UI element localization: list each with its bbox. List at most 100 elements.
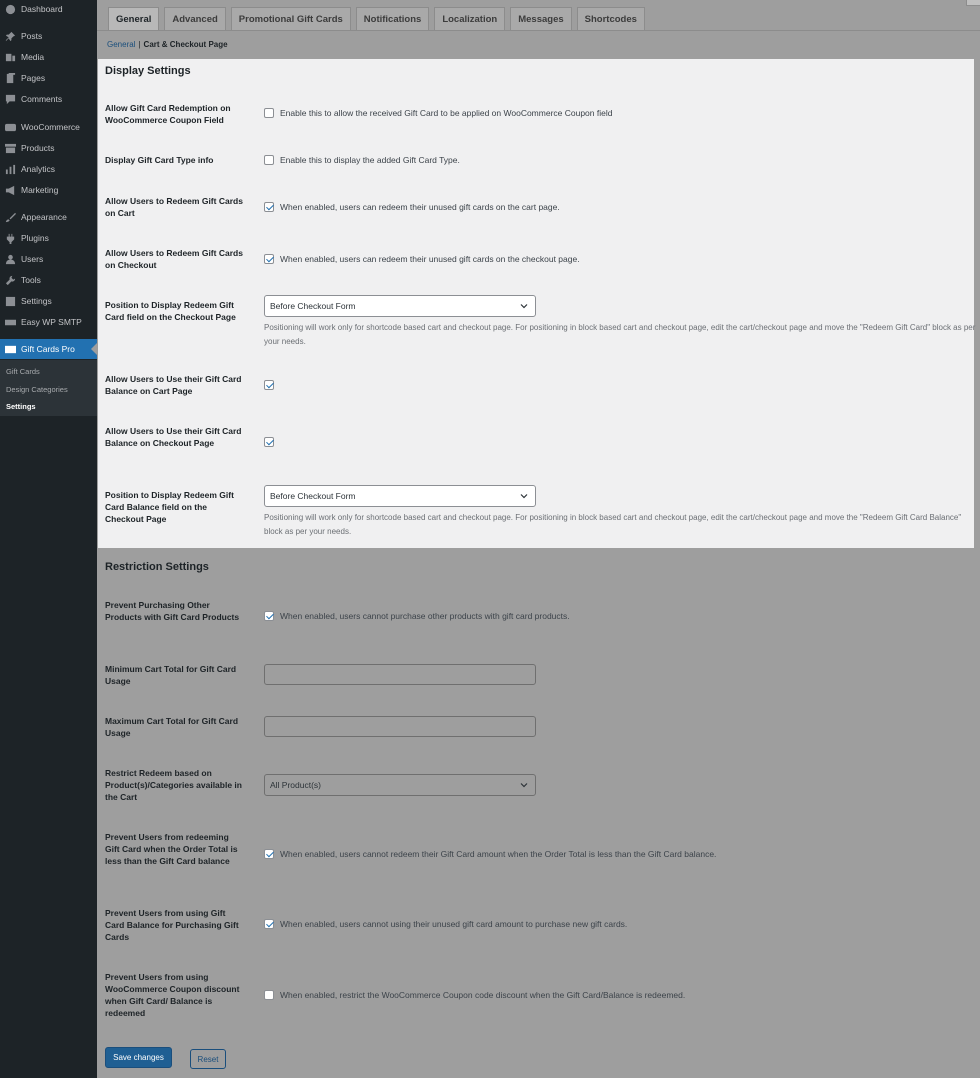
field-label: Allow Users to Redeem Gift Cards on Cart xyxy=(105,196,243,218)
field-label: Restrict Redeem based on Product(s)/Cate… xyxy=(105,768,242,802)
menu-label: Settings xyxy=(21,296,52,306)
field-label: Allow Users to Use their Gift Card Balan… xyxy=(105,374,242,396)
prevent-redeem-order-total-checkbox[interactable] xyxy=(264,849,274,859)
menu-label: Plugins xyxy=(21,233,49,243)
menu-easy-wp-smtp[interactable]: Easy WP SMTP xyxy=(0,312,97,332)
megaphone-icon xyxy=(4,184,16,196)
field-label: Minimum Cart Total for Gift Card Usage xyxy=(105,664,237,686)
field-label: Allow Users to Redeem Gift Cards on Chec… xyxy=(105,248,243,270)
tab-notifications[interactable]: Notifications xyxy=(355,7,430,30)
user-icon xyxy=(4,253,16,265)
field-label: Maximum Cart Total for Gift Card Usage xyxy=(105,716,239,738)
menu-comments[interactable]: Comments xyxy=(0,89,97,109)
field-label: Prevent Users from using Gift Card Balan… xyxy=(105,908,239,942)
mail-icon xyxy=(4,316,16,328)
menu-label: Analytics xyxy=(21,164,56,174)
menu-label: Media xyxy=(21,52,45,62)
pages-icon xyxy=(4,72,16,84)
field-description: When enabled, users cannot purchase othe… xyxy=(280,611,570,621)
menu-media[interactable]: Media xyxy=(0,47,97,67)
field-description: When enabled, users cannot redeem their … xyxy=(280,849,717,859)
menu-label: Marketing xyxy=(21,185,59,195)
field-label: Allow Users to Use their Gift Card Balan… xyxy=(105,426,242,448)
select-value: Before Checkout Form xyxy=(270,491,356,501)
field-help-text: Positioning will work only for shortcode… xyxy=(264,323,976,346)
submenu-gift-cards[interactable]: Gift Cards xyxy=(6,367,40,376)
menu-appearance[interactable]: Appearance xyxy=(0,207,97,227)
restrict-redeem-select[interactable]: All Product(s) xyxy=(264,774,536,796)
tab-promotional-gift-cards[interactable]: Promotional Gift Cards xyxy=(230,7,351,30)
menu-label: Comments xyxy=(21,94,63,104)
balance-field-position-select[interactable]: Before Checkout Form xyxy=(264,485,536,507)
balance-on-cart-checkbox[interactable] xyxy=(264,380,274,390)
menu-users[interactable]: Users xyxy=(0,249,97,269)
plug-icon xyxy=(4,232,16,244)
redeem-on-cart-checkbox[interactable] xyxy=(264,202,274,212)
prevent-mixed-purchase-checkbox[interactable] xyxy=(264,611,274,621)
menu-products[interactable]: Products xyxy=(0,138,97,158)
prevent-balance-for-gift-cards-checkbox[interactable] xyxy=(264,919,274,929)
bar-chart-icon xyxy=(4,163,16,175)
menu-settings[interactable]: Settings xyxy=(0,291,97,311)
menu-plugins[interactable]: Plugins xyxy=(0,228,97,248)
woo-icon xyxy=(4,121,16,133)
gift-cards-submenu: Gift Cards Design Categories Settings xyxy=(0,360,97,416)
media-icon xyxy=(4,51,16,63)
field-label: Position to Display Redeem Gift Card fie… xyxy=(105,300,236,322)
gift-card-icon xyxy=(4,343,16,355)
breadcrumb-general-link[interactable]: General xyxy=(107,40,135,49)
chevron-down-icon xyxy=(519,491,529,501)
tab-general[interactable]: General xyxy=(108,7,160,30)
field-label: Prevent Purchasing Other Products with G… xyxy=(105,600,240,622)
admin-bar-corner xyxy=(966,0,980,6)
field-label: Prevent Users from using WooCommerce Cou… xyxy=(105,972,240,1018)
brush-icon xyxy=(4,211,16,223)
field-description: Enable this to allow the received Gift C… xyxy=(280,108,613,118)
gift-card-coupon-checkbox[interactable] xyxy=(264,108,274,118)
menu-label: Pages xyxy=(21,73,46,83)
settings-tabs: General Advanced Promotional Gift Cards … xyxy=(108,7,650,31)
balance-on-checkout-checkbox[interactable] xyxy=(264,437,274,447)
menu-woocommerce[interactable]: WooCommerce xyxy=(0,117,97,137)
select-value: Before Checkout Form xyxy=(270,301,356,311)
maximum-cart-total-input[interactable] xyxy=(264,716,536,737)
menu-posts[interactable]: Posts xyxy=(0,26,97,46)
prevent-coupon-discount-checkbox[interactable] xyxy=(264,990,274,1000)
field-label: Prevent Users from redeeming Gift Card w… xyxy=(105,832,238,866)
menu-tools[interactable]: Tools xyxy=(0,270,97,290)
minimum-cart-total-input[interactable] xyxy=(264,664,536,685)
gift-card-type-info-checkbox[interactable] xyxy=(264,155,274,165)
display-settings-title: Display Settings xyxy=(105,65,191,77)
active-menu-arrow xyxy=(91,343,97,355)
tabs-divider xyxy=(97,30,980,31)
breadcrumb-current: Cart & Checkout Page xyxy=(143,40,228,49)
save-changes-button[interactable]: Save changes xyxy=(105,1047,172,1068)
reset-button[interactable]: Reset xyxy=(190,1049,226,1069)
field-label: Display Gift Card Type info xyxy=(105,155,214,165)
menu-label: WooCommerce xyxy=(21,122,80,132)
menu-label: Users xyxy=(21,254,44,264)
menu-label: Dashboard xyxy=(21,4,63,14)
submenu-settings[interactable]: Settings xyxy=(6,402,36,411)
field-description: When enabled, users can redeem their unu… xyxy=(280,202,560,212)
pin-icon xyxy=(4,30,16,42)
field-description: When enabled, users cannot using their u… xyxy=(280,919,628,929)
menu-dashboard[interactable]: Dashboard xyxy=(0,0,97,19)
redeem-field-position-select[interactable]: Before Checkout Form xyxy=(264,295,536,317)
tab-shortcodes[interactable]: Shortcodes xyxy=(576,7,645,30)
redeem-on-checkout-checkbox[interactable] xyxy=(264,254,274,264)
sliders-icon xyxy=(4,295,16,307)
archive-icon xyxy=(4,142,16,154)
submenu-design-categories[interactable]: Design Categories xyxy=(6,385,68,394)
field-help-text: Positioning will work only for shortcode… xyxy=(264,513,962,536)
menu-pages[interactable]: Pages xyxy=(0,68,97,88)
tab-localization[interactable]: Localization xyxy=(434,7,506,30)
tab-messages[interactable]: Messages xyxy=(510,7,572,30)
menu-marketing[interactable]: Marketing xyxy=(0,180,97,200)
menu-analytics[interactable]: Analytics xyxy=(0,159,97,179)
menu-label: Products xyxy=(21,143,55,153)
tab-advanced[interactable]: Advanced xyxy=(164,7,226,30)
menu-gift-cards-pro[interactable]: Gift Cards Pro xyxy=(0,339,97,359)
field-label: Allow Gift Card Redemption on WooCommerc… xyxy=(105,103,231,125)
menu-label: Posts xyxy=(21,31,43,41)
